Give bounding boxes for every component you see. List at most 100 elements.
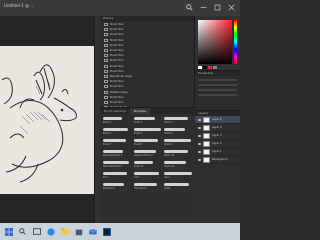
brush-preset[interactable]: Brush 11 [133, 161, 162, 170]
brush-preset[interactable]: Ink 3 [164, 172, 192, 181]
maximize-icon[interactable] [213, 3, 222, 12]
top-toolbar: Untitled-1 @ ... [0, 0, 240, 16]
history-item-label: Brush Tool [110, 100, 124, 104]
history-step-icon [104, 100, 108, 104]
brush-preset[interactable]: Brush 5 [133, 128, 162, 137]
eye-icon[interactable] [198, 118, 201, 121]
layer-row[interactable]: Layer 2 [195, 140, 240, 148]
brush-preset[interactable]: Standard Brush 3 [103, 161, 131, 170]
brush-label: Hard Round [133, 187, 147, 190]
brush-preset[interactable]: Brush 7 [103, 139, 131, 148]
layer-thumbnail [203, 116, 210, 123]
brush-preset[interactable]: Brush 3 [164, 117, 192, 126]
store-icon[interactable] [74, 227, 83, 236]
tab-brushes[interactable]: Brushes [129, 108, 150, 114]
photoshop-icon[interactable] [102, 227, 111, 236]
brush-preset[interactable]: Brush 2 [133, 117, 162, 126]
artwork-canvas[interactable] [0, 46, 94, 194]
layer-thumbnail [203, 140, 210, 147]
swatch[interactable] [198, 66, 202, 69]
swatch-row [198, 66, 217, 69]
history-item-label: Brush Tool [110, 64, 124, 68]
history-item-label: Brush Tool [110, 69, 124, 73]
color-field[interactable] [198, 20, 232, 64]
history-step-icon [104, 69, 108, 73]
swatch[interactable] [208, 66, 212, 69]
canvas-area[interactable] [0, 16, 94, 223]
layer-thumbnail [203, 148, 210, 155]
history-item-label: Brush Tool [110, 38, 124, 42]
brush-stroke-preview [164, 128, 186, 131]
brush-preset[interactable]: Brush 4 [103, 128, 131, 137]
search-icon[interactable] [18, 227, 27, 236]
layer-row[interactable]: Layer 4 [195, 124, 240, 132]
brush-preset[interactable]: Brush 10 [164, 150, 192, 159]
brush-preset[interactable]: Standard Brush 1 [103, 150, 131, 159]
layer-row[interactable]: Background [195, 156, 240, 164]
history-step-icon [104, 90, 108, 94]
brush-stroke-preview [103, 172, 127, 175]
brush-stroke-preview [133, 183, 157, 186]
brush-preset[interactable]: Brush 12 [164, 161, 192, 170]
brush-label: Standard Brush 2 [133, 154, 153, 157]
edge-icon[interactable] [46, 227, 55, 236]
layer-name: Layer 4 [212, 126, 222, 129]
brush-label: Brush 11 [133, 165, 144, 168]
history-step-icon [104, 95, 108, 99]
windows-icon[interactable] [4, 227, 13, 236]
swatch[interactable] [203, 66, 207, 69]
eye-icon[interactable] [198, 126, 201, 129]
brush-preset[interactable]: Standard Brush 2 [133, 150, 162, 159]
swatch[interactable] [213, 66, 217, 69]
history-item-label: Brush Tool [110, 95, 124, 99]
document-tab[interactable]: Untitled-1 @ ... [4, 3, 34, 10]
eye-icon[interactable] [198, 142, 201, 145]
brush-stroke-preview [103, 139, 126, 142]
brush-preset[interactable]: Ink 1 [103, 172, 131, 181]
dragon-sketch [1, 64, 77, 183]
history-item-label: Brush Tool [110, 85, 124, 89]
brush-stroke-preview [133, 172, 160, 175]
brush-stroke-preview [133, 150, 156, 153]
brush-preset[interactable]: Hard Round [133, 183, 162, 192]
history-item-label: Delete Image [110, 90, 128, 94]
brush-stroke-preview [133, 139, 159, 142]
hue-slider[interactable] [234, 20, 237, 64]
brush-preset[interactable]: Brush 9 [164, 139, 192, 148]
layer-thumbnail [203, 156, 210, 163]
mail-icon[interactable] [88, 227, 97, 236]
history-step-icon [104, 74, 108, 78]
layer-row[interactable]: Layer 3 [195, 132, 240, 140]
layer-row[interactable]: Layer 1 [195, 148, 240, 156]
brush-preset[interactable]: Brush 6 [164, 128, 192, 137]
history-item-label: New Brush Layer [110, 74, 133, 78]
brush-preset[interactable]: Ink 2 [133, 172, 162, 181]
tab-brush-settings[interactable]: Brush Settings [100, 108, 130, 114]
brush-label: Brush 3 [164, 121, 173, 124]
close-icon[interactable] [227, 3, 236, 12]
brush-preset[interactable]: Chalk [164, 183, 192, 192]
property-row [198, 79, 237, 81]
property-row [198, 94, 237, 96]
eye-icon[interactable] [198, 150, 201, 153]
brush-preset[interactable]: Brush 8 [133, 139, 162, 148]
eye-icon[interactable] [198, 134, 201, 137]
task-view-icon[interactable] [32, 227, 41, 236]
layer-row[interactable]: Layer 5 [195, 116, 240, 124]
brush-label: Standard Brush 1 [103, 154, 123, 157]
brush-preset[interactable]: Soft Round [103, 183, 131, 192]
search-icon[interactable] [185, 3, 194, 12]
brush-label: Brush 6 [164, 132, 173, 135]
brush-label: Ink 1 [103, 176, 109, 179]
properties-tab[interactable]: Properties [195, 71, 240, 76]
explorer-icon[interactable] [60, 227, 69, 236]
layer-name: Layer 5 [212, 118, 222, 121]
history-step-icon [104, 49, 108, 53]
minimize-icon[interactable] [199, 3, 208, 12]
brush-preset[interactable]: Brush 1 [103, 117, 131, 126]
properties-panel: Properties [195, 70, 240, 110]
brush-label: Brush 8 [133, 143, 143, 146]
brush-stroke-preview [133, 128, 161, 131]
brush-label: Ink 3 [164, 176, 170, 179]
eye-icon[interactable] [198, 158, 201, 161]
